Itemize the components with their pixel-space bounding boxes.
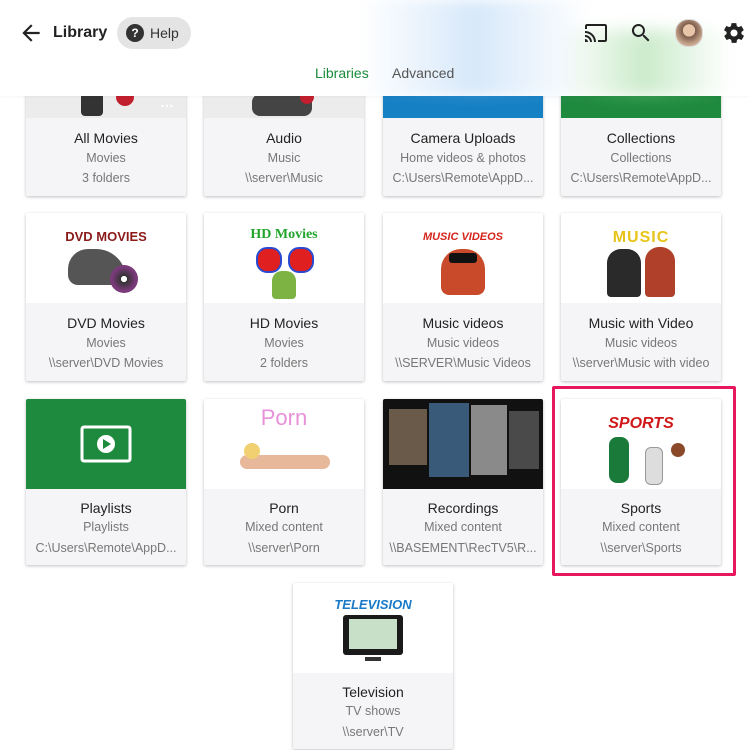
- tv-screen-art: [349, 619, 397, 649]
- library-path: \\BASEMENT\RecTV5\R...: [389, 541, 537, 555]
- film-reel-art: [256, 247, 282, 273]
- library-card-television[interactable]: TELEVISION Television TV shows \\server\…: [293, 583, 453, 749]
- library-type: Music videos: [426, 336, 500, 350]
- help-label: Help: [150, 25, 179, 41]
- library-thumbnail: Porn: [204, 399, 364, 489]
- art-logo-text: DVD MOVIES: [65, 229, 147, 244]
- library-name: Camera Uploads: [410, 130, 516, 146]
- film-reel-art: [288, 247, 314, 273]
- library-path: \\SERVER\Music Videos: [395, 356, 531, 370]
- library-name: Television: [342, 684, 404, 700]
- library-type: Home videos & photos: [400, 151, 526, 165]
- art-logo-text: HD Movies: [250, 227, 318, 242]
- back-arrow-icon[interactable]: [18, 20, 44, 46]
- art-logo-text: MUSIC VIDEOS: [422, 231, 504, 243]
- playlist-icon: [80, 425, 132, 463]
- library-name: All Movies: [74, 130, 138, 146]
- library-name: Music videos: [422, 315, 504, 331]
- cast-icon[interactable]: [584, 21, 608, 45]
- library-name: Collections: [606, 130, 676, 146]
- library-name: Audio: [266, 130, 302, 146]
- artist-art: [607, 249, 641, 297]
- library-name: Porn: [269, 500, 299, 516]
- library-type: Music: [267, 151, 301, 165]
- library-thumbnail: [26, 399, 186, 489]
- library-type: Mixed content: [245, 520, 323, 534]
- library-card-dvd-movies[interactable]: DVD MOVIES DVD Movies Movies \\server\DV…: [26, 213, 186, 381]
- library-thumbnail: TELEVISION: [293, 583, 453, 673]
- gear-icon[interactable]: [722, 21, 746, 45]
- tv-stand-art: [365, 657, 381, 661]
- library-type: Mixed content: [424, 520, 502, 534]
- library-path: C:\Users\Remote\AppD...: [570, 171, 712, 185]
- library-type: Music videos: [604, 336, 678, 350]
- library-card-recordings[interactable]: Recordings Mixed content \\BASEMENT\RecT…: [383, 399, 543, 565]
- library-name: Playlists: [80, 500, 132, 516]
- library-type: Movies: [86, 151, 126, 165]
- page-title: Library: [53, 24, 108, 41]
- library-type: Movies: [86, 336, 126, 350]
- library-path: 3 folders: [82, 171, 130, 185]
- library-path: \\server\DVD Movies: [48, 356, 164, 370]
- tab-libraries[interactable]: Libraries: [315, 65, 369, 81]
- library-card-playlists[interactable]: Playlists Playlists C:\Users\Remote\AppD…: [26, 399, 186, 565]
- screen-art: [429, 403, 469, 477]
- library-card-hd-movies[interactable]: HD Movies HD Movies Movies 2 folders: [204, 213, 364, 381]
- library-path: \\server\Music: [245, 171, 323, 185]
- search-icon[interactable]: [629, 21, 653, 45]
- library-name: Music with Video: [588, 315, 694, 331]
- library-thumbnail: [383, 399, 543, 489]
- more-options-icon[interactable]: …: [160, 94, 174, 110]
- library-path: 2 folders: [260, 356, 308, 370]
- library-name: HD Movies: [249, 315, 319, 331]
- screen-art: [471, 405, 507, 475]
- art-logo-text: TELEVISION: [334, 597, 412, 612]
- library-thumbnail: MUSIC: [561, 213, 721, 303]
- library-path: C:\Users\Remote\AppD...: [392, 171, 534, 185]
- figure-art: [244, 443, 260, 459]
- screen-art: [509, 411, 539, 469]
- library-card-music-videos[interactable]: MUSIC VIDEOS Music videos Music videos \…: [383, 213, 543, 381]
- library-name: Recordings: [427, 500, 499, 516]
- library-type: Playlists: [83, 520, 129, 534]
- library-path: C:\Users\Remote\AppD...: [35, 541, 177, 555]
- avatar[interactable]: [675, 19, 703, 47]
- artist-art: [645, 247, 675, 297]
- library-path: \\server\TV: [342, 725, 404, 739]
- top-app-bar: Library ? Help Libraries Advanced: [0, 0, 749, 96]
- character-art: [272, 271, 296, 299]
- art-logo-text: Porn: [260, 405, 308, 430]
- library-type: TV shows: [345, 704, 401, 718]
- library-card-porn[interactable]: Porn Porn Mixed content \\server\Porn: [204, 399, 364, 565]
- library-name: DVD Movies: [67, 315, 145, 331]
- library-path: \\server\Porn: [248, 541, 320, 555]
- disc-art: [110, 265, 138, 293]
- library-thumbnail: DVD MOVIES: [26, 213, 186, 303]
- singer-art: [449, 253, 477, 263]
- library-type: Collections: [610, 151, 672, 165]
- selection-highlight: [552, 386, 736, 576]
- screen-art: [389, 409, 427, 465]
- library-path: \\server\Music with video: [572, 356, 710, 370]
- library-card-music-with-video[interactable]: MUSIC Music with Video Music videos \\se…: [561, 213, 721, 381]
- library-thumbnail: HD Movies: [204, 213, 364, 303]
- help-icon: ?: [126, 24, 144, 42]
- backdrop-blur: [360, 0, 590, 96]
- help-button[interactable]: ? Help: [117, 17, 191, 49]
- library-type: Movies: [264, 336, 304, 350]
- library-thumbnail: MUSIC VIDEOS: [383, 213, 543, 303]
- tab-advanced[interactable]: Advanced: [392, 65, 454, 81]
- art-logo-text: MUSIC: [612, 229, 670, 246]
